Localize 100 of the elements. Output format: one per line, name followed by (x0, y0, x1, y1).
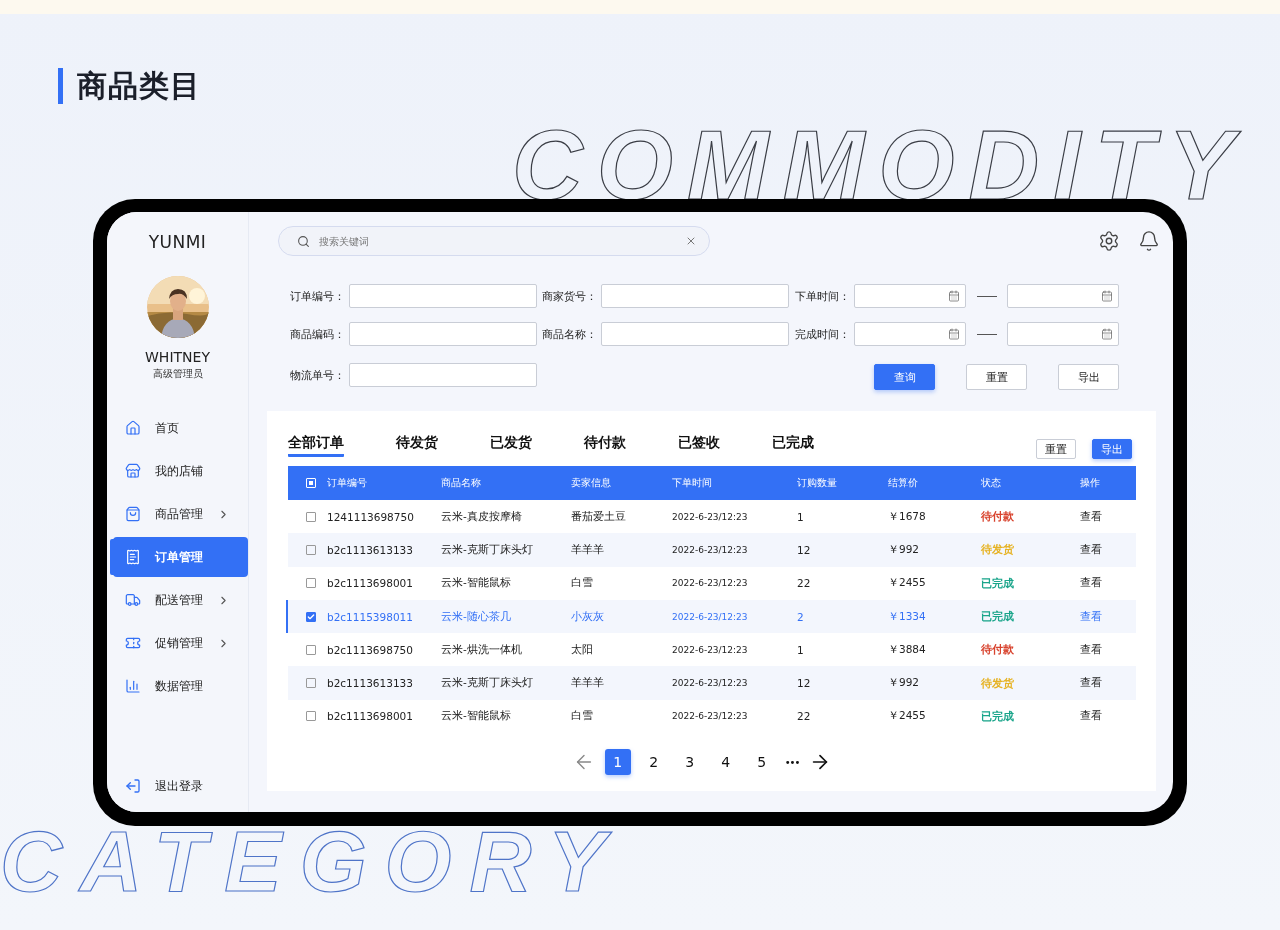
nav-icon (125, 549, 141, 565)
field-label: 订单编号： (289, 288, 346, 304)
table-cell-text: ￥3884 (888, 642, 927, 657)
row-checkbox[interactable] (306, 578, 316, 589)
column-header: 操作 (1080, 476, 1101, 490)
ellipsis: ••• (784, 756, 800, 768)
table-cell-text: b2c1113613133 (327, 543, 414, 556)
calendar-icon (948, 328, 960, 340)
table-cell-text: 22 (797, 577, 812, 590)
column-header: 下单时间 (672, 476, 713, 490)
table-cell-text: 22 (797, 710, 812, 723)
input-field[interactable] (349, 363, 537, 387)
nav-item[interactable]: 配送管理 (113, 580, 248, 620)
table-button[interactable]: 重置 (1036, 439, 1076, 459)
close-icon[interactable] (685, 235, 697, 247)
page-button[interactable]: 5 (748, 749, 775, 776)
table-cell-text: 1241113698750 (327, 510, 415, 523)
date-field[interactable] (1007, 322, 1119, 346)
row-checkbox[interactable] (306, 678, 316, 689)
form-button[interactable]: 查询 (874, 364, 935, 390)
date-field[interactable] (854, 322, 966, 346)
input-field[interactable] (601, 284, 789, 308)
nav-item[interactable]: 商品管理 (113, 494, 248, 534)
input-field[interactable] (349, 322, 537, 346)
view-link[interactable]: 查看 (1080, 676, 1136, 691)
table-row[interactable]: b2c1113613133 云米-克斯丁床头灯 羊羊羊 2022-6-23/12:23 12 ￥992 待发货 查看 (288, 666, 1136, 700)
table-row[interactable]: b2c1113613133 云米-克斯丁床头灯 羊羊羊 2022-6-23/12:23 12 ￥992 待发货 查看 (288, 533, 1136, 567)
status-text: 待发货 (981, 542, 1014, 558)
order-tab[interactable]: 已签收 (678, 433, 720, 457)
table-cell-text: 羊羊羊 (571, 676, 605, 691)
row-checkbox[interactable] (306, 611, 316, 622)
search-icon (297, 234, 310, 248)
order-tab[interactable]: 全部订单 (288, 433, 344, 457)
nav-icon (125, 420, 141, 436)
logout-icon (125, 778, 141, 794)
bell-icon[interactable] (1138, 230, 1160, 252)
table-cell-text: b2c1113698750 (327, 643, 414, 656)
field-label: 商品名称： (541, 326, 598, 342)
background-word: CATEGORY (0, 818, 624, 904)
user-role: 高级管理员 (152, 367, 203, 381)
order-tab[interactable]: 已完成 (772, 433, 814, 457)
table-cell-text: 白雪 (571, 709, 594, 724)
view-link[interactable]: 查看 (1080, 709, 1136, 724)
table-cell-text: 2022-6-23/12:23 (672, 678, 749, 689)
page-button[interactable]: 3 (676, 749, 703, 776)
table-cell-text: b2c1113698001 (327, 710, 414, 723)
brand-name: YUNMI (148, 232, 207, 252)
field-label: 商家货号： (541, 288, 598, 304)
page-button[interactable]: 4 (712, 749, 739, 776)
table-cell-text: 2022-6-23/12:23 (672, 544, 749, 555)
view-link[interactable]: 查看 (1080, 542, 1136, 557)
table-cell-text: 2022-6-23/12:23 (672, 644, 749, 655)
nav-item[interactable]: 促销管理 (113, 623, 248, 663)
field-label: 完成时间： (794, 326, 851, 342)
table-cell-text: 12 (797, 677, 812, 690)
order-tab[interactable]: 待付款 (584, 433, 626, 457)
view-link[interactable]: 查看 (1080, 509, 1136, 524)
column-header: 订购数量 (797, 476, 838, 490)
page-button[interactable]: 2 (640, 749, 667, 776)
nav-item[interactable]: 我的店铺 (113, 451, 248, 491)
nav-icon (125, 635, 141, 651)
table-cell-text: 2022-6-23/12:23 (672, 511, 749, 522)
select-all-checkbox[interactable] (306, 478, 316, 488)
date-field[interactable] (854, 284, 966, 308)
settings-icon[interactable] (1098, 230, 1120, 252)
table-button[interactable]: 导出 (1092, 439, 1132, 459)
nav-item[interactable]: 首页 (113, 408, 248, 448)
nav-item[interactable]: 数据管理 (113, 666, 248, 706)
user-name: WHITNEY (145, 349, 210, 365)
view-link[interactable]: 查看 (1080, 576, 1136, 591)
table-cell-text: 小灰灰 (571, 609, 605, 624)
status-text: 待付款 (981, 509, 1014, 525)
logout-link[interactable]: 退出登录 (107, 766, 248, 806)
row-checkbox[interactable] (306, 511, 316, 522)
view-link[interactable]: 查看 (1080, 642, 1136, 657)
view-link[interactable]: 查看 (1080, 609, 1136, 624)
row-checkbox[interactable] (306, 544, 316, 555)
order-tab[interactable]: 已发货 (490, 433, 532, 457)
row-checkbox[interactable] (306, 711, 316, 722)
search-bar[interactable]: 搜索关键词 (278, 226, 710, 256)
status-text: 待付款 (981, 642, 1014, 658)
input-field[interactable] (349, 284, 537, 308)
table-row[interactable]: b2c1115398011 云米-随心茶几 小灰灰 2022-6-23/12:23 2 ￥1334 已完成 查看 (288, 599, 1136, 634)
table-cell-text: 白雪 (571, 576, 594, 591)
table-cell-text: 1 (797, 510, 805, 523)
date-field[interactable] (1007, 284, 1119, 308)
status-text: 待发货 (981, 675, 1014, 691)
input-field[interactable] (601, 322, 789, 346)
table-cell-text: ￥992 (888, 542, 921, 557)
table-cell-text: ￥1334 (888, 609, 927, 624)
order-tab[interactable]: 待发货 (396, 433, 438, 457)
nav-item[interactable]: 订单管理 (113, 537, 248, 577)
page-button[interactable]: 1 (604, 749, 631, 776)
status-text: 已完成 (981, 575, 1014, 591)
search-field[interactable]: 搜索关键词 (317, 234, 678, 248)
row-checkbox[interactable] (306, 644, 316, 655)
status-text: 已完成 (981, 708, 1014, 724)
calendar-icon (1101, 290, 1113, 302)
form-button[interactable]: 导出 (1058, 364, 1119, 390)
form-button[interactable]: 重置 (966, 364, 1027, 390)
